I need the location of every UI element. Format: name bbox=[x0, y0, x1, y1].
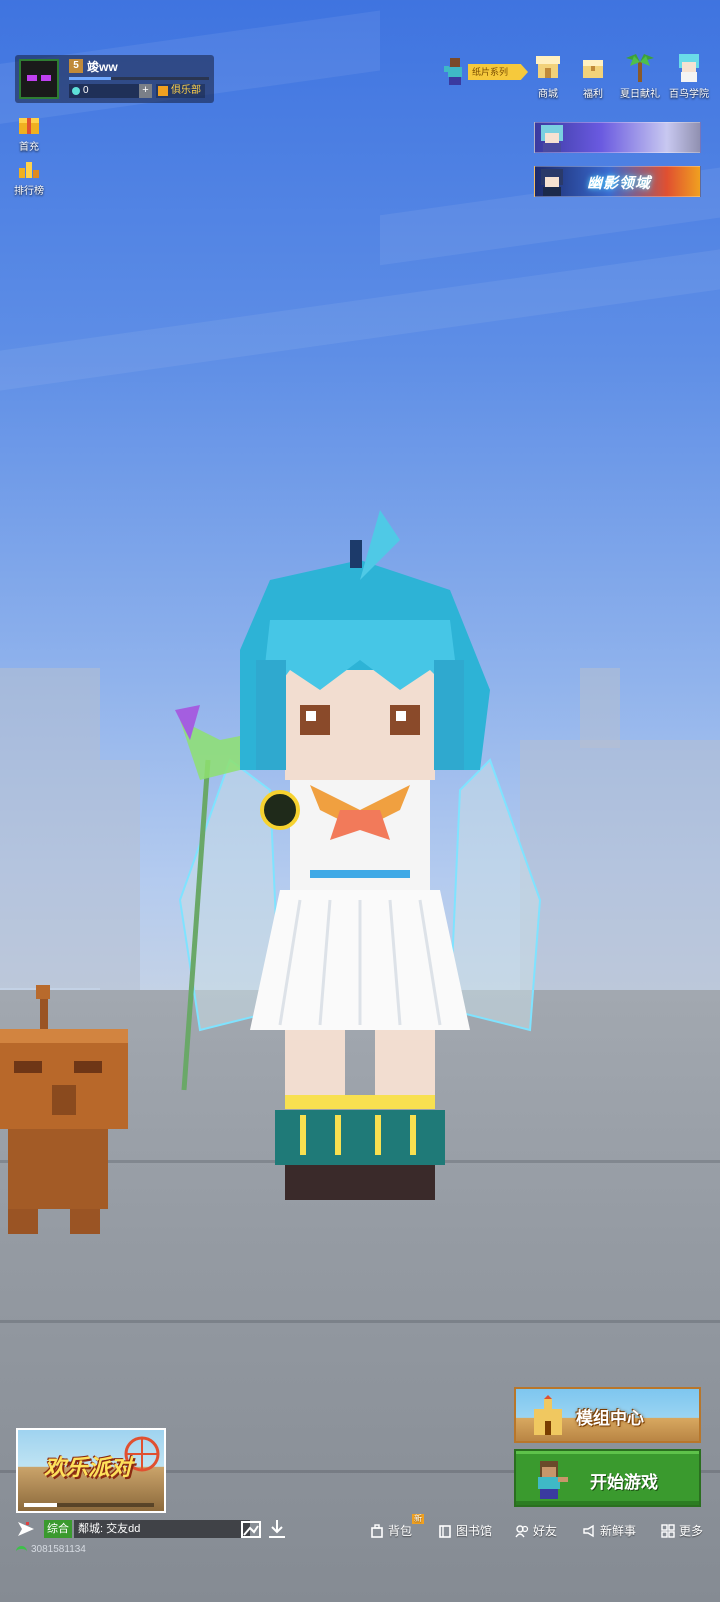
summer-gift-button[interactable]: 夏日献礼 bbox=[617, 52, 663, 100]
club-button[interactable]: 俱乐部 bbox=[156, 84, 205, 98]
nav-friends[interactable]: 好友 bbox=[515, 1522, 557, 1542]
nav-library[interactable]: 图书馆 bbox=[438, 1522, 492, 1542]
nav-news[interactable]: 新鲜事 bbox=[582, 1522, 636, 1542]
screenshot-icon[interactable] bbox=[240, 1518, 262, 1540]
first-charge-label: 首充 bbox=[19, 142, 39, 153]
event-banner-2[interactable]: 幽影领域 bbox=[534, 166, 701, 197]
pet-companion[interactable] bbox=[0, 985, 130, 1240]
first-charge-button[interactable]: 首充 bbox=[10, 112, 48, 153]
bird-academy-button[interactable]: 百鸟学院 bbox=[664, 52, 714, 100]
sky-cloud bbox=[0, 249, 720, 391]
floor-seam bbox=[0, 1320, 720, 1323]
banner-2-title: 幽影领域 bbox=[587, 175, 652, 192]
background-ruin bbox=[580, 668, 620, 748]
xp-bar-fill bbox=[69, 77, 111, 80]
treasure-chest-icon bbox=[583, 60, 603, 78]
event-progress-fill bbox=[24, 1503, 57, 1507]
start-game-label: 开始游戏 bbox=[590, 1473, 658, 1492]
nav-friends-label: 好友 bbox=[533, 1524, 558, 1538]
background-ruin bbox=[0, 668, 100, 988]
mod-center-label: 模组中心 bbox=[576, 1409, 644, 1428]
download-icon[interactable] bbox=[266, 1518, 288, 1540]
backpack-icon bbox=[371, 1524, 383, 1538]
chat-bar[interactable]: 综合 鄰城: 交友dd bbox=[16, 1518, 250, 1540]
palm-tree-icon bbox=[626, 54, 654, 82]
welfare-label: 福利 bbox=[583, 89, 603, 100]
username: 竣ww bbox=[87, 60, 118, 74]
player-profile-panel[interactable]: 5 竣ww 0 + 俱乐部 bbox=[15, 55, 214, 103]
castle-icon bbox=[534, 1395, 562, 1435]
avatar-eye bbox=[41, 75, 51, 81]
banner-character-icon bbox=[541, 125, 563, 152]
grid-menu-icon bbox=[661, 1524, 675, 1538]
shop-button[interactable]: 商城 bbox=[525, 52, 571, 100]
mod-center-button[interactable]: 模组中心 bbox=[514, 1387, 701, 1443]
nav-backpack-label: 背包 bbox=[388, 1524, 413, 1538]
summer-gift-label: 夏日献礼 bbox=[620, 89, 660, 100]
avatar-eye bbox=[27, 75, 37, 81]
player-character[interactable] bbox=[160, 510, 560, 1230]
bird-academy-label: 百鸟学院 bbox=[669, 89, 709, 100]
book-icon bbox=[439, 1525, 451, 1538]
shop-label: 商城 bbox=[538, 89, 558, 100]
level-badge: 5 bbox=[69, 59, 83, 73]
nav-news-label: 新鲜事 bbox=[600, 1524, 637, 1538]
leaderboard-icon bbox=[19, 162, 39, 178]
start-game-button[interactable]: 开始游戏 bbox=[514, 1449, 701, 1507]
add-currency-button[interactable]: + bbox=[139, 84, 152, 98]
chat-collapse-icon[interactable] bbox=[16, 1520, 38, 1538]
megaphone-icon bbox=[583, 1524, 594, 1538]
banner-character-icon bbox=[541, 169, 563, 196]
leaderboard-button[interactable]: 排行榜 bbox=[10, 156, 48, 197]
shop-icon bbox=[536, 56, 560, 78]
background-ruin bbox=[100, 760, 140, 990]
currency-balance: 0 bbox=[69, 84, 141, 98]
steve-character-icon bbox=[538, 1461, 568, 1499]
chat-latest-message[interactable]: 鄰城: 交友dd bbox=[74, 1520, 250, 1538]
nav-backpack[interactable]: 背包 新 bbox=[370, 1514, 424, 1542]
event-progress bbox=[24, 1503, 154, 1507]
paper-series-button[interactable]: 纸片系列 bbox=[440, 58, 530, 85]
nav-more[interactable]: 更多 bbox=[661, 1522, 703, 1542]
event-title: 欢乐派对 bbox=[44, 1455, 133, 1480]
new-badge: 新 bbox=[412, 1514, 424, 1524]
gift-chest-icon bbox=[19, 118, 39, 134]
paper-series-label: 纸片系列 bbox=[468, 64, 528, 80]
avatar[interactable] bbox=[19, 59, 59, 99]
xp-bar bbox=[69, 77, 209, 80]
account-id: 3081581134 bbox=[16, 1544, 86, 1555]
academy-character-icon bbox=[679, 54, 699, 82]
friends-icon bbox=[515, 1525, 529, 1538]
character-figure-icon bbox=[444, 58, 462, 85]
happy-party-event-card[interactable]: 欢乐派对 bbox=[16, 1428, 166, 1513]
welfare-button[interactable]: 福利 bbox=[570, 52, 616, 100]
event-banner-1[interactable] bbox=[534, 122, 701, 153]
nav-library-label: 图书馆 bbox=[456, 1524, 493, 1538]
chat-channel-tag[interactable]: 综合 bbox=[44, 1520, 72, 1538]
nav-more-label: 更多 bbox=[679, 1524, 704, 1538]
leaderboard-label: 排行榜 bbox=[14, 186, 44, 197]
